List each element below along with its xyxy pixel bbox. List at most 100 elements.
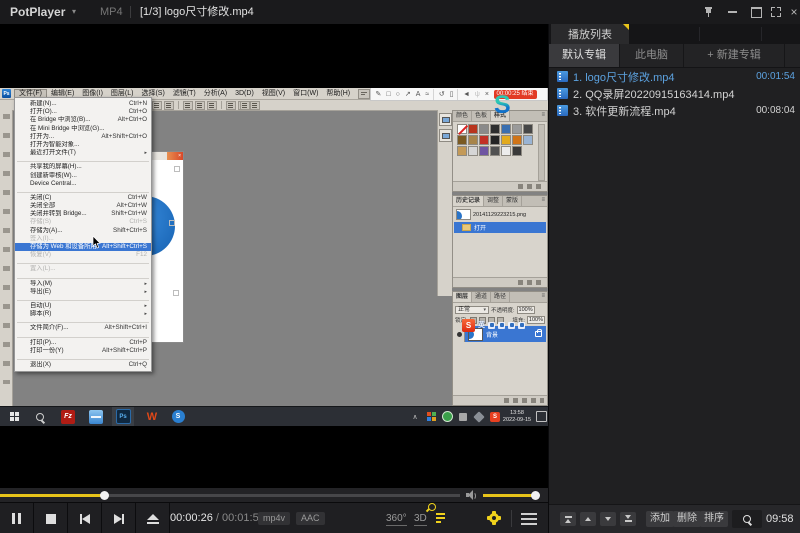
sort-button[interactable]: 排序 [700,511,728,527]
delete-button[interactable]: 删除 [673,511,701,527]
clock-display: 09:58 [766,505,794,533]
playlist-item[interactable]: 2. QQ录屏20220915163414.mp4 [549,85,800,102]
style-swatch [512,146,522,156]
ps-file-menu-item: 存储为 Web 和设备所用格式(D)... Alt+Shift+Ctrl+S [15,243,151,251]
move-bottom-button[interactable] [620,512,636,526]
ps-styles-panel: 颜色色板样式 ≡ [452,110,548,192]
ps-file-menu-item: 文件简介(F)... Alt+Shift+Ctrl+I [15,324,151,332]
app-menu-button[interactable]: PotPlayer [10,0,65,24]
move-down-button[interactable] [600,512,616,526]
video-display[interactable]: Ps 文件(F)编辑(E)图像(I)图层(L)选择(S)滤镜(T)分析(A)3D… [0,24,548,488]
move-up-button[interactable] [580,512,596,526]
titlebar[interactable]: PotPlayer ▾ MP4 [1/3] logo尺寸修改.mp4 × [0,0,800,25]
ps-file-menu-item: 关闭(C) Ctrl+W [15,194,151,202]
style-swatch [523,135,533,145]
ps-file-menu-item: 导入(M) [15,280,151,288]
style-swatch [479,146,489,156]
windows-taskbar: Fz Ps W S ∧ [0,406,548,426]
seek-handle[interactable] [100,491,109,500]
ps-file-menu-item: 脚本(R) [15,310,151,318]
maximize-button[interactable] [746,0,766,24]
album-tab[interactable]: + 新建专辑 [684,44,785,67]
ps-file-menu-item: 共享我的屏幕(H)... [15,163,151,171]
playlist-item[interactable]: 3. 软件更新流程.mp4 00:08:04 [549,102,800,119]
seek-row [0,488,548,502]
ime-toolbar: S 英 [462,318,525,332]
history-step-selected: 打开 [454,222,546,233]
recorder-tools: ✎□○↗A≈↺▯◄ψ× [373,89,492,100]
recorder-tool-icon: A [413,89,423,100]
video-file-icon [557,71,568,82]
style-swatch [479,124,489,134]
open-step-icon [462,224,471,231]
blend-mode-dropdown: 正常 [455,306,489,314]
open-button[interactable] [136,503,170,533]
panel-tab: 历史记录 [453,196,484,206]
pin-button[interactable] [698,0,718,24]
volume-icon[interactable] [466,490,478,500]
style-swatch [490,135,500,145]
recorder-tool-icon: ↗ [402,89,413,100]
menu-button[interactable] [521,513,537,515]
style-swatch [468,146,478,156]
album-tab[interactable]: 此电脑 [620,44,684,67]
taskbar-app-explorer [86,407,106,426]
ps-document-window: × [150,151,184,343]
panel-tab: 路径 [491,292,510,302]
bridge-icon [358,89,370,99]
recorder-tool-icon: × [482,89,491,100]
panel-menu-icon: ≡ [541,292,547,302]
start-button [4,407,24,426]
ps-menu-item: 分析(A) [200,89,231,99]
panel-footer [453,395,547,405]
volume-handle[interactable] [531,491,540,500]
lock-icon [535,331,542,337]
panel-menu-icon: ≡ [541,111,547,121]
explorer-icon [89,410,103,424]
ime-mic-icon [498,322,505,329]
album-tab[interactable]: 默认专辑 [549,44,620,67]
recorder-toolbar: ✎□○↗A≈↺▯◄ψ× 00:00:25 结束 [370,88,548,101]
fill-value: 100% [527,316,545,324]
vr-360-button[interactable]: 360° [386,503,407,533]
align-icon [195,101,205,110]
document-titlebar: × [151,152,183,160]
document-canvas [151,160,183,341]
mode-3d-button[interactable]: 3D [414,503,427,533]
style-swatches [457,124,539,156]
playlist-item[interactable]: 1. logo尺寸修改.mp4 00:01:54 [549,68,800,85]
tab-playlist[interactable]: 播放列表 [551,24,629,44]
next-button[interactable] [102,503,136,533]
ps-tools-strip [0,110,13,406]
playlist-search-box[interactable] [732,510,762,528]
fullscreen-button[interactable] [766,0,786,24]
ps-file-menu-item: 创建新审核(W)... [15,172,151,180]
move-top-button[interactable] [560,512,576,526]
panel-footer [453,181,547,191]
minimize-button[interactable] [722,0,742,24]
document-close-icon: × [167,152,183,160]
playlist-items: 1. logo尺寸修改.mp4 00:01:54 2. QQ录屏20220915… [549,68,800,505]
style-swatch [457,146,467,156]
close-button[interactable]: × [784,0,800,24]
tray-icon-3 [456,407,470,426]
maximize-icon [751,7,762,18]
tray-gray-icon [459,413,467,421]
volume-slider[interactable] [483,494,537,497]
panel-tab: 色板 [472,111,491,121]
previous-button[interactable] [68,503,102,533]
titlebar-divider [130,6,131,18]
add-button[interactable]: 添加 [646,511,674,527]
ps-file-menu-item: 在 Bridge 中浏览(B)... Alt+Ctrl+O [15,116,151,124]
style-swatch [468,135,478,145]
eye-icon [457,332,462,337]
tray-diamond-icon [473,411,484,422]
video-file-icon [557,105,568,116]
ps-collapsed-panels [437,110,452,296]
seek-bar[interactable] [0,494,460,497]
stop-button[interactable] [34,503,68,533]
history-step-label: 打开 [474,223,486,232]
pause-button[interactable] [0,503,34,533]
history-panel-tabs: 历史记录调整蒙版 ≡ [453,196,547,207]
tray-grid-icon [427,412,436,421]
